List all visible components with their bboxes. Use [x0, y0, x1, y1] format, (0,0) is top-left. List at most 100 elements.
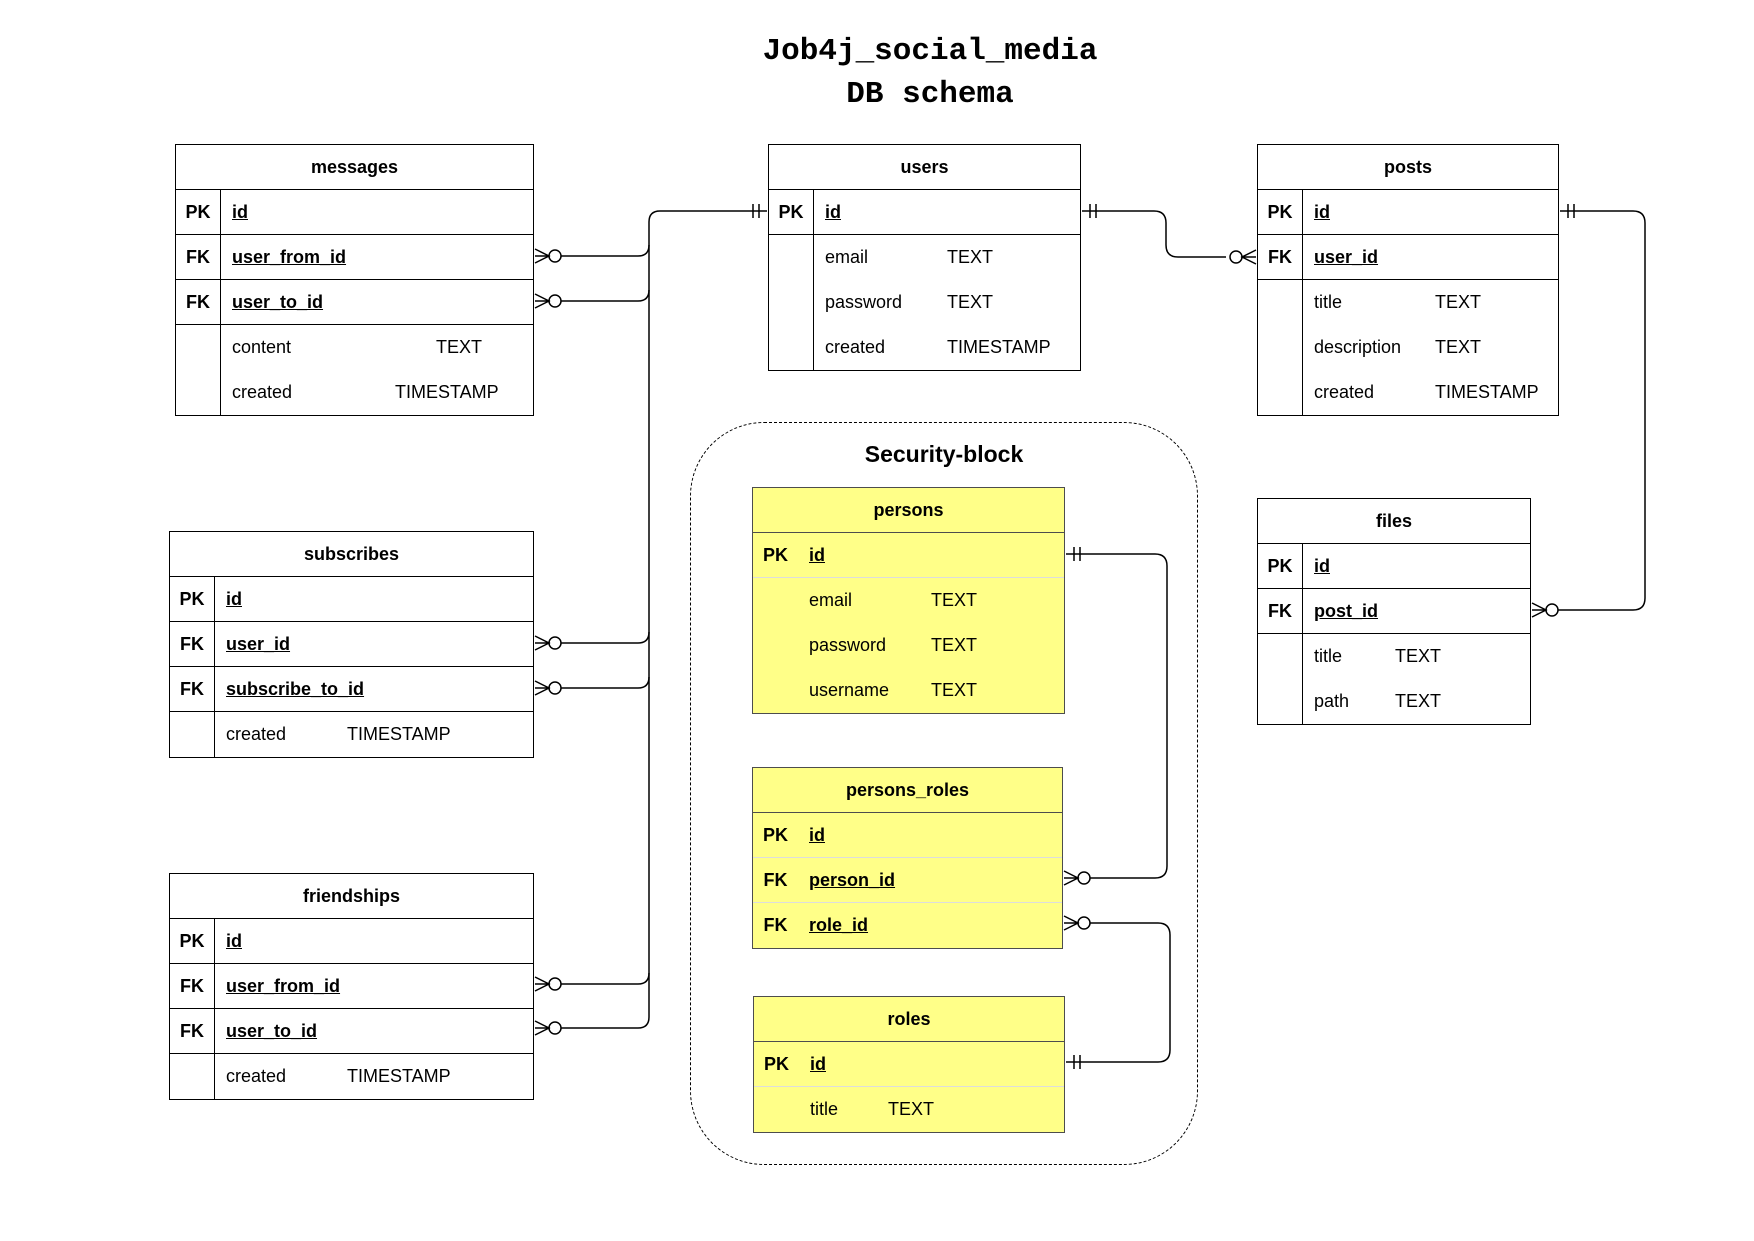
crows-foot-mark	[534, 976, 551, 992]
table-row: description TEXT	[1258, 325, 1558, 370]
table-roles: roles PK id title TEXT	[753, 996, 1065, 1133]
column-key: FK	[1258, 589, 1303, 633]
table-row: email TEXT	[769, 235, 1080, 280]
table-row: FK user_to_id	[176, 280, 533, 325]
table-row: created TIMESTAMP	[170, 1054, 533, 1099]
table-header: files	[1258, 499, 1530, 544]
column-name: user_to_id	[232, 292, 324, 312]
crows-foot-mark	[534, 248, 551, 264]
table-row: password TEXT	[753, 623, 1064, 668]
column-key	[176, 325, 221, 370]
column-type: TEXT	[947, 292, 994, 312]
column-name: id	[809, 825, 825, 845]
column-name: email	[809, 590, 853, 610]
table-row: title TEXT	[1258, 634, 1530, 679]
column-key: FK	[176, 280, 221, 324]
column-type: TEXT	[931, 680, 978, 700]
column-name: subscribe_to_id	[226, 679, 365, 699]
column-type: TIMESTAMP	[1435, 382, 1539, 402]
column-key	[176, 370, 221, 415]
column-name: content	[232, 337, 292, 357]
column-name: created	[226, 1066, 287, 1086]
column-key	[753, 668, 798, 713]
table-row: title TEXT	[1258, 280, 1558, 325]
column-key: FK	[170, 964, 215, 1008]
column-type: TEXT	[1435, 292, 1482, 312]
column-type: TEXT	[1395, 691, 1442, 711]
column-key: FK	[170, 622, 215, 666]
security-block-label: Security-block	[864, 441, 1024, 467]
table-persons: persons PK id email TEXT password TEXT username…	[752, 487, 1065, 714]
table-row: FK subscribe_to_id	[170, 667, 533, 712]
zero-or-many-circle	[548, 294, 562, 308]
column-key	[1258, 370, 1303, 415]
column-key: PK	[1258, 190, 1303, 234]
column-type: TIMESTAMP	[947, 337, 1051, 357]
column-key	[769, 280, 814, 325]
column-name: created	[226, 724, 287, 744]
column-type: TEXT	[1435, 337, 1482, 357]
column-name: created	[232, 382, 293, 402]
table-row: FK post_id	[1258, 589, 1530, 634]
table-row: email TEXT	[753, 578, 1064, 623]
column-key: PK	[170, 919, 215, 963]
column-name: title	[810, 1099, 839, 1119]
zero-or-many-circle	[1545, 603, 1559, 617]
column-name: id	[810, 1054, 826, 1074]
column-key	[1258, 280, 1303, 325]
zero-or-many-circle	[548, 681, 562, 695]
table-users: users PK id email TEXT password TEXT created TIM…	[768, 144, 1081, 371]
column-name: id	[1314, 556, 1330, 576]
crows-foot-mark	[534, 680, 551, 696]
column-key: PK	[1258, 544, 1303, 588]
column-name: password	[825, 292, 903, 312]
table-header: messages	[176, 145, 533, 190]
relationship-line	[561, 289, 650, 302]
table-row: path TEXT	[1258, 679, 1530, 724]
column-key: FK	[763, 915, 788, 935]
column-type: TIMESTAMP	[347, 724, 451, 744]
column-name: email	[825, 247, 869, 267]
column-key	[1258, 679, 1303, 724]
column-key	[769, 325, 814, 370]
column-name: id	[825, 202, 841, 222]
column-key: PK	[170, 577, 215, 621]
column-type: TIMESTAMP	[395, 382, 499, 402]
column-name: user_to_id	[226, 1021, 318, 1041]
table-row: FK user_from_id	[176, 235, 533, 280]
zero-or-many-circle	[548, 1021, 562, 1035]
column-name: user_from_id	[232, 247, 347, 267]
column-name: id	[226, 589, 242, 609]
table-row: password TEXT	[769, 280, 1080, 325]
table-row: PK id	[170, 577, 533, 622]
column-key	[753, 578, 798, 623]
column-name: created	[1314, 382, 1375, 402]
table-row: FK role_id	[753, 903, 1062, 948]
column-key: PK	[176, 190, 221, 234]
column-key: PK	[769, 190, 814, 234]
column-key	[170, 1054, 215, 1099]
column-key	[170, 712, 215, 757]
column-name: path	[1314, 691, 1350, 711]
column-key: FK	[176, 235, 221, 279]
zero-or-many-circle	[548, 249, 562, 263]
column-name: id	[226, 931, 242, 951]
table-row: PK id	[1258, 190, 1558, 235]
zero-or-many-circle	[1229, 250, 1243, 264]
table-header: persons	[753, 488, 1064, 533]
table-header: subscribes	[170, 532, 533, 577]
zero-or-many-circle	[548, 977, 562, 991]
table-header: roles	[754, 997, 1064, 1042]
column-type: TIMESTAMP	[347, 1066, 451, 1086]
column-key: FK	[170, 667, 215, 711]
table-row: PK id	[769, 190, 1080, 235]
column-key: PK	[762, 545, 788, 565]
column-name: user_id	[1314, 247, 1379, 267]
column-key	[1258, 634, 1303, 679]
column-type: TEXT	[931, 590, 978, 610]
table-row: FK user_id	[170, 622, 533, 667]
column-key: PK	[763, 1054, 789, 1074]
column-name: username	[809, 680, 890, 700]
table-row: FK user_id	[1258, 235, 1558, 280]
table-row: created TIMESTAMP	[170, 712, 533, 757]
